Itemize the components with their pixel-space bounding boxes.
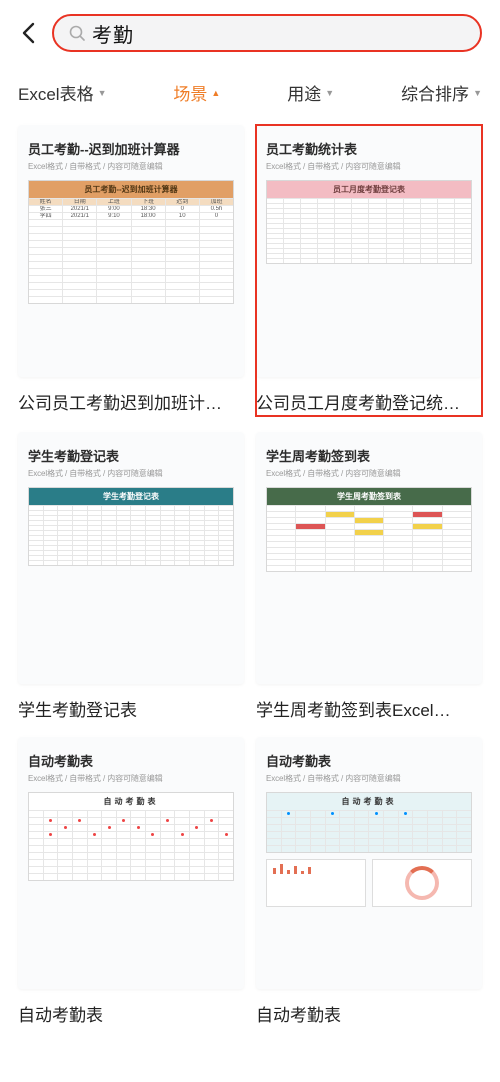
thumb-subtitle: Excel格式 / 自带格式 / 内容可随意编辑 xyxy=(28,161,234,172)
thumb-title: 自动考勤表 xyxy=(28,751,234,770)
chevron-down-icon: ▼ xyxy=(98,88,107,98)
filter-label: 场景 xyxy=(173,80,207,105)
thumbnail: 员工考勤统计表 Excel格式 / 自带格式 / 内容可随意编辑 员工月度考勤登… xyxy=(256,125,482,377)
filter-label: 用途 xyxy=(287,80,321,105)
template-card[interactable]: 学生考勤登记表 Excel格式 / 自带格式 / 内容可随意编辑 学生考勤登记表… xyxy=(18,432,244,721)
thumb-title: 员工考勤统计表 xyxy=(266,139,472,158)
thumb-subtitle: Excel格式 / 自带格式 / 内容可随意编辑 xyxy=(266,773,472,784)
sheet-header: 自动考勤表 xyxy=(29,793,233,810)
thumb-subtitle: Excel格式 / 自带格式 / 内容可随意编辑 xyxy=(266,161,472,172)
thumb-title: 自动考勤表 xyxy=(266,751,472,770)
sheet-header: 学生考勤登记表 xyxy=(29,488,233,505)
card-title: 自动考勤表 xyxy=(18,1001,244,1026)
thumbnail: 学生周考勤签到表 Excel格式 / 自带格式 / 内容可随意编辑 学生周考勤签… xyxy=(256,432,482,684)
card-title: 公司员工月度考勤登记统… xyxy=(256,389,482,414)
filter-label: 综合排序 xyxy=(401,80,469,105)
filter-bar: Excel表格 ▼ 场景 ▲ 用途 ▼ 综合排序 ▼ xyxy=(0,66,500,119)
thumb-subtitle: Excel格式 / 自带格式 / 内容可随意编辑 xyxy=(28,773,234,784)
sheet-header: 员工考勤--迟到加班计算器 xyxy=(29,181,233,198)
search-text: 考勤 xyxy=(92,19,134,48)
thumb-subtitle: Excel格式 / 自带格式 / 内容可随意编辑 xyxy=(266,468,472,479)
thumbnail: 自动考勤表 Excel格式 / 自带格式 / 内容可随意编辑 自动考勤表 xyxy=(256,737,482,989)
card-title: 自动考勤表 xyxy=(256,1001,482,1026)
sheet-header: 员工月度考勤登记表 xyxy=(267,181,471,198)
thumb-title: 学生周考勤签到表 xyxy=(266,446,472,465)
search-icon xyxy=(68,24,86,42)
thumbnail: 员工考勤--迟到加班计算器 Excel格式 / 自带格式 / 内容可随意编辑 员… xyxy=(18,125,244,377)
template-card[interactable]: 学生周考勤签到表 Excel格式 / 自带格式 / 内容可随意编辑 学生周考勤签… xyxy=(256,432,482,721)
mini-charts xyxy=(266,859,472,907)
filter-usage[interactable]: 用途 ▼ xyxy=(287,80,334,105)
template-card[interactable]: 员工考勤--迟到加班计算器 Excel格式 / 自带格式 / 内容可随意编辑 员… xyxy=(18,125,244,416)
thumb-title: 学生考勤登记表 xyxy=(28,446,234,465)
card-title: 学生考勤登记表 xyxy=(18,696,244,721)
filter-excel[interactable]: Excel表格 ▼ xyxy=(18,80,107,105)
sheet-header: 学生周考勤签到表 xyxy=(267,488,471,505)
chevron-down-icon: ▼ xyxy=(473,88,482,98)
thumb-title: 员工考勤--迟到加班计算器 xyxy=(28,139,234,158)
sheet-header: 自动考勤表 xyxy=(267,793,471,810)
filter-scene[interactable]: 场景 ▲ xyxy=(173,80,220,105)
thumbnail: 学生考勤登记表 Excel格式 / 自带格式 / 内容可随意编辑 学生考勤登记表 xyxy=(18,432,244,684)
template-card[interactable]: 员工考勤统计表 Excel格式 / 自带格式 / 内容可随意编辑 员工月度考勤登… xyxy=(256,125,482,416)
filter-sort[interactable]: 综合排序 ▼ xyxy=(401,80,482,105)
chevron-up-icon: ▲ xyxy=(211,88,220,98)
filter-label: Excel表格 xyxy=(18,80,94,105)
template-grid: 员工考勤--迟到加班计算器 Excel格式 / 自带格式 / 内容可随意编辑 员… xyxy=(0,119,500,1026)
chevron-left-icon xyxy=(21,22,35,44)
header: 考勤 xyxy=(0,0,500,66)
chevron-down-icon: ▼ xyxy=(325,88,334,98)
template-card[interactable]: 自动考勤表 Excel格式 / 自带格式 / 内容可随意编辑 自动考勤表 自动考… xyxy=(18,737,244,1026)
search-input[interactable]: 考勤 xyxy=(52,14,482,52)
thumb-subtitle: Excel格式 / 自带格式 / 内容可随意编辑 xyxy=(28,468,234,479)
back-button[interactable] xyxy=(14,19,42,47)
template-card[interactable]: 自动考勤表 Excel格式 / 自带格式 / 内容可随意编辑 自动考勤表 xyxy=(256,737,482,1026)
bar-chart-icon xyxy=(267,860,365,878)
thumbnail: 自动考勤表 Excel格式 / 自带格式 / 内容可随意编辑 自动考勤表 xyxy=(18,737,244,989)
donut-chart-icon xyxy=(405,866,439,900)
card-title: 公司员工考勤迟到加班计… xyxy=(18,389,244,414)
card-title: 学生周考勤签到表Excel… xyxy=(256,696,482,721)
